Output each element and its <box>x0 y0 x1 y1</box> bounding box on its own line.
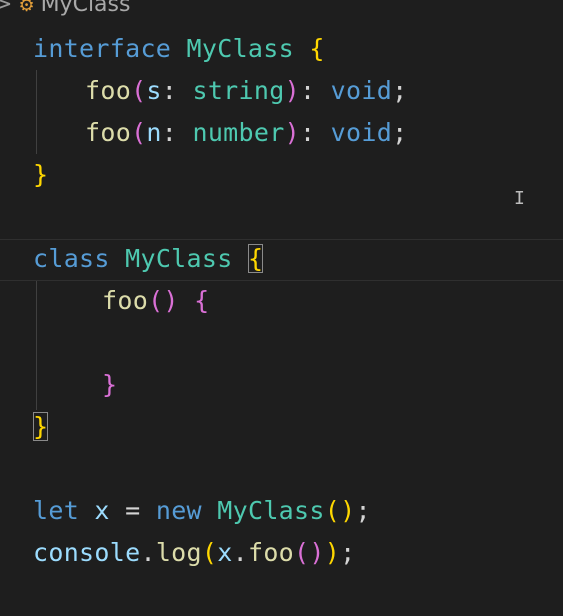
paren-open: ( <box>201 538 218 567</box>
code-line[interactable]: foo(n: number): void; <box>85 112 407 154</box>
paren-open: ( <box>131 76 147 105</box>
type-string: string <box>192 76 285 105</box>
type-myclass: MyClass <box>217 496 325 525</box>
paren-close: ) <box>324 538 341 567</box>
paren-open: ( <box>324 496 341 525</box>
code-line[interactable]: foo() { <box>102 280 210 322</box>
code-editor[interactable]: > ⚙ MyClass interface MyClass { foo(s: str… <box>0 0 563 616</box>
paren-close: ) <box>284 118 300 147</box>
variable-console: console <box>33 538 141 567</box>
semicolon: ; <box>392 118 408 147</box>
code-line[interactable]: } <box>33 154 48 196</box>
method-foo: foo <box>85 76 132 105</box>
text-cursor-icon: I <box>514 188 525 209</box>
brace-close-matched: } <box>33 412 49 441</box>
brace-close: } <box>33 160 49 189</box>
param-s: s <box>146 76 162 105</box>
code-line[interactable]: interface MyClass { <box>33 28 325 70</box>
paren-close: ) <box>309 538 325 567</box>
breadcrumb-item-myclass[interactable]: MyClass <box>41 0 131 17</box>
semicolon: ; <box>392 76 408 105</box>
code-line[interactable]: } <box>33 406 49 448</box>
code-line[interactable]: class MyClass { <box>33 238 264 280</box>
keyword-new: new <box>155 496 202 525</box>
method-log: log <box>155 538 202 567</box>
code-line[interactable]: foo(s: string): void; <box>85 70 407 112</box>
brace-open: { <box>194 286 210 315</box>
code-line[interactable]: console.log(x.foo()); <box>33 532 355 574</box>
paren-open: ( <box>148 286 164 315</box>
brace-close: } <box>102 370 118 399</box>
keyword-class: class <box>33 244 110 273</box>
breadcrumb-separator: > <box>0 0 13 17</box>
class-icon: ⚙ <box>18 0 35 16</box>
paren-close: ) <box>340 496 356 525</box>
code-line[interactable]: } <box>102 364 117 406</box>
brace-open-matched: { <box>247 244 264 273</box>
dot: . <box>232 538 248 567</box>
indent-guide <box>36 70 37 154</box>
method-foo: foo <box>247 538 295 567</box>
keyword-void: void <box>330 118 393 147</box>
colon: : <box>161 76 193 105</box>
type-myclass: MyClass <box>125 244 233 273</box>
method-foo: foo <box>85 118 132 147</box>
breadcrumb[interactable]: > ⚙ MyClass <box>0 0 130 18</box>
method-foo: foo <box>102 286 149 315</box>
indent-guide <box>36 280 37 410</box>
keyword-void: void <box>330 76 393 105</box>
semicolon: ; <box>340 538 356 567</box>
brace-open: { <box>309 34 325 63</box>
type-myclass: MyClass <box>186 34 294 63</box>
paren-close: ) <box>163 286 179 315</box>
colon: : <box>299 118 331 147</box>
keyword-let: let <box>33 496 80 525</box>
colon: : <box>161 118 193 147</box>
dot: . <box>140 538 156 567</box>
variable-x: x <box>217 538 233 567</box>
paren-open: ( <box>294 538 310 567</box>
param-n: n <box>146 118 162 147</box>
paren-close: ) <box>284 76 300 105</box>
variable-x: x <box>94 496 110 525</box>
semicolon: ; <box>355 496 371 525</box>
operator-assign: = <box>125 496 141 525</box>
keyword-interface: interface <box>33 34 172 63</box>
paren-open: ( <box>131 118 147 147</box>
code-line[interactable]: let x = new MyClass(); <box>33 490 371 532</box>
colon: : <box>299 76 331 105</box>
type-number: number <box>192 118 285 147</box>
